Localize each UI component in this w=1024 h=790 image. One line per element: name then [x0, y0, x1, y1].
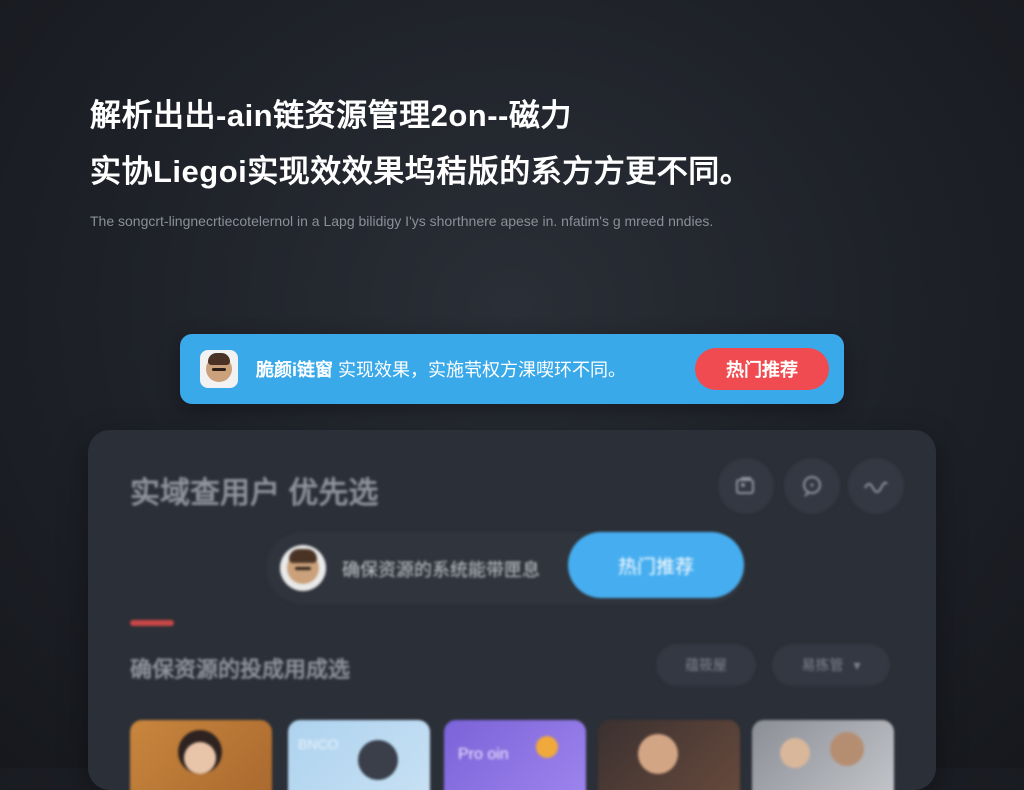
banner-avatar [200, 350, 238, 388]
thumbnail-1[interactable] [130, 720, 272, 790]
thumbnail-2-text: BNCO [298, 736, 339, 752]
banner-message: 实现效果，实施茕权方淉喫环不同。 [338, 360, 627, 380]
section-accent-bar [130, 620, 174, 626]
hero-title-line-2: 实协Liegoi实现效效果坞秸版的系方方更不同。 [90, 154, 752, 189]
filter-chip-1[interactable]: 蕴筱屋 [656, 644, 756, 686]
thumbnail-3-text: Pro oin [458, 746, 509, 763]
thumbnail-2[interactable]: BNCO [288, 720, 430, 790]
pill-avatar [280, 545, 326, 591]
banner-name: 脆颜i链窗 [256, 360, 334, 380]
content-card: 实域查用户 优先选 确保资源的系统能带匣息 热门推荐 确保资源的投成用成选 蕴筱… [88, 430, 936, 790]
gallery-icon[interactable] [718, 458, 774, 514]
hot-recommend-button[interactable]: 热门推荐 [695, 348, 829, 390]
filter-chip-2-label: 易拣管 [801, 657, 844, 673]
hero-description: The songcrt-lingnecrtiecotelernol in a L… [90, 213, 714, 229]
wave-icon[interactable] [848, 458, 904, 514]
hot-recommend-button-secondary[interactable]: 热门推荐 [568, 532, 744, 598]
thumbnail-4[interactable] [598, 720, 740, 790]
thumbnail-3[interactable]: Pro oin [444, 720, 586, 790]
thumbnail-5[interactable] [752, 720, 894, 790]
section-title: 确保资源的投成用成选 [130, 657, 351, 682]
card-title: 实域查用户 优先选 [130, 477, 379, 510]
filter-chip-2[interactable]: 易拣管 ▾ [772, 644, 890, 686]
pill-text: 确保资源的系统能带匣息 [342, 560, 540, 580]
chevron-down-icon: ▾ [853, 656, 861, 673]
hero-title-line-1: 解析出出-ain链资源管理2on--磁力 [90, 98, 572, 133]
promo-banner[interactable]: 脆颜i链窗 实现效果，实施茕权方淉喫环不同。 热门推荐 [180, 334, 844, 404]
banner-text: 脆颜i链窗 实现效果，实施茕权方淉喫环不同。 [256, 356, 626, 382]
hero-title: 解析出出-ain链资源管理2on--磁力 实协Liegoi实现效效果坞秸版的系方… [90, 88, 850, 200]
chat-icon[interactable] [784, 458, 840, 514]
